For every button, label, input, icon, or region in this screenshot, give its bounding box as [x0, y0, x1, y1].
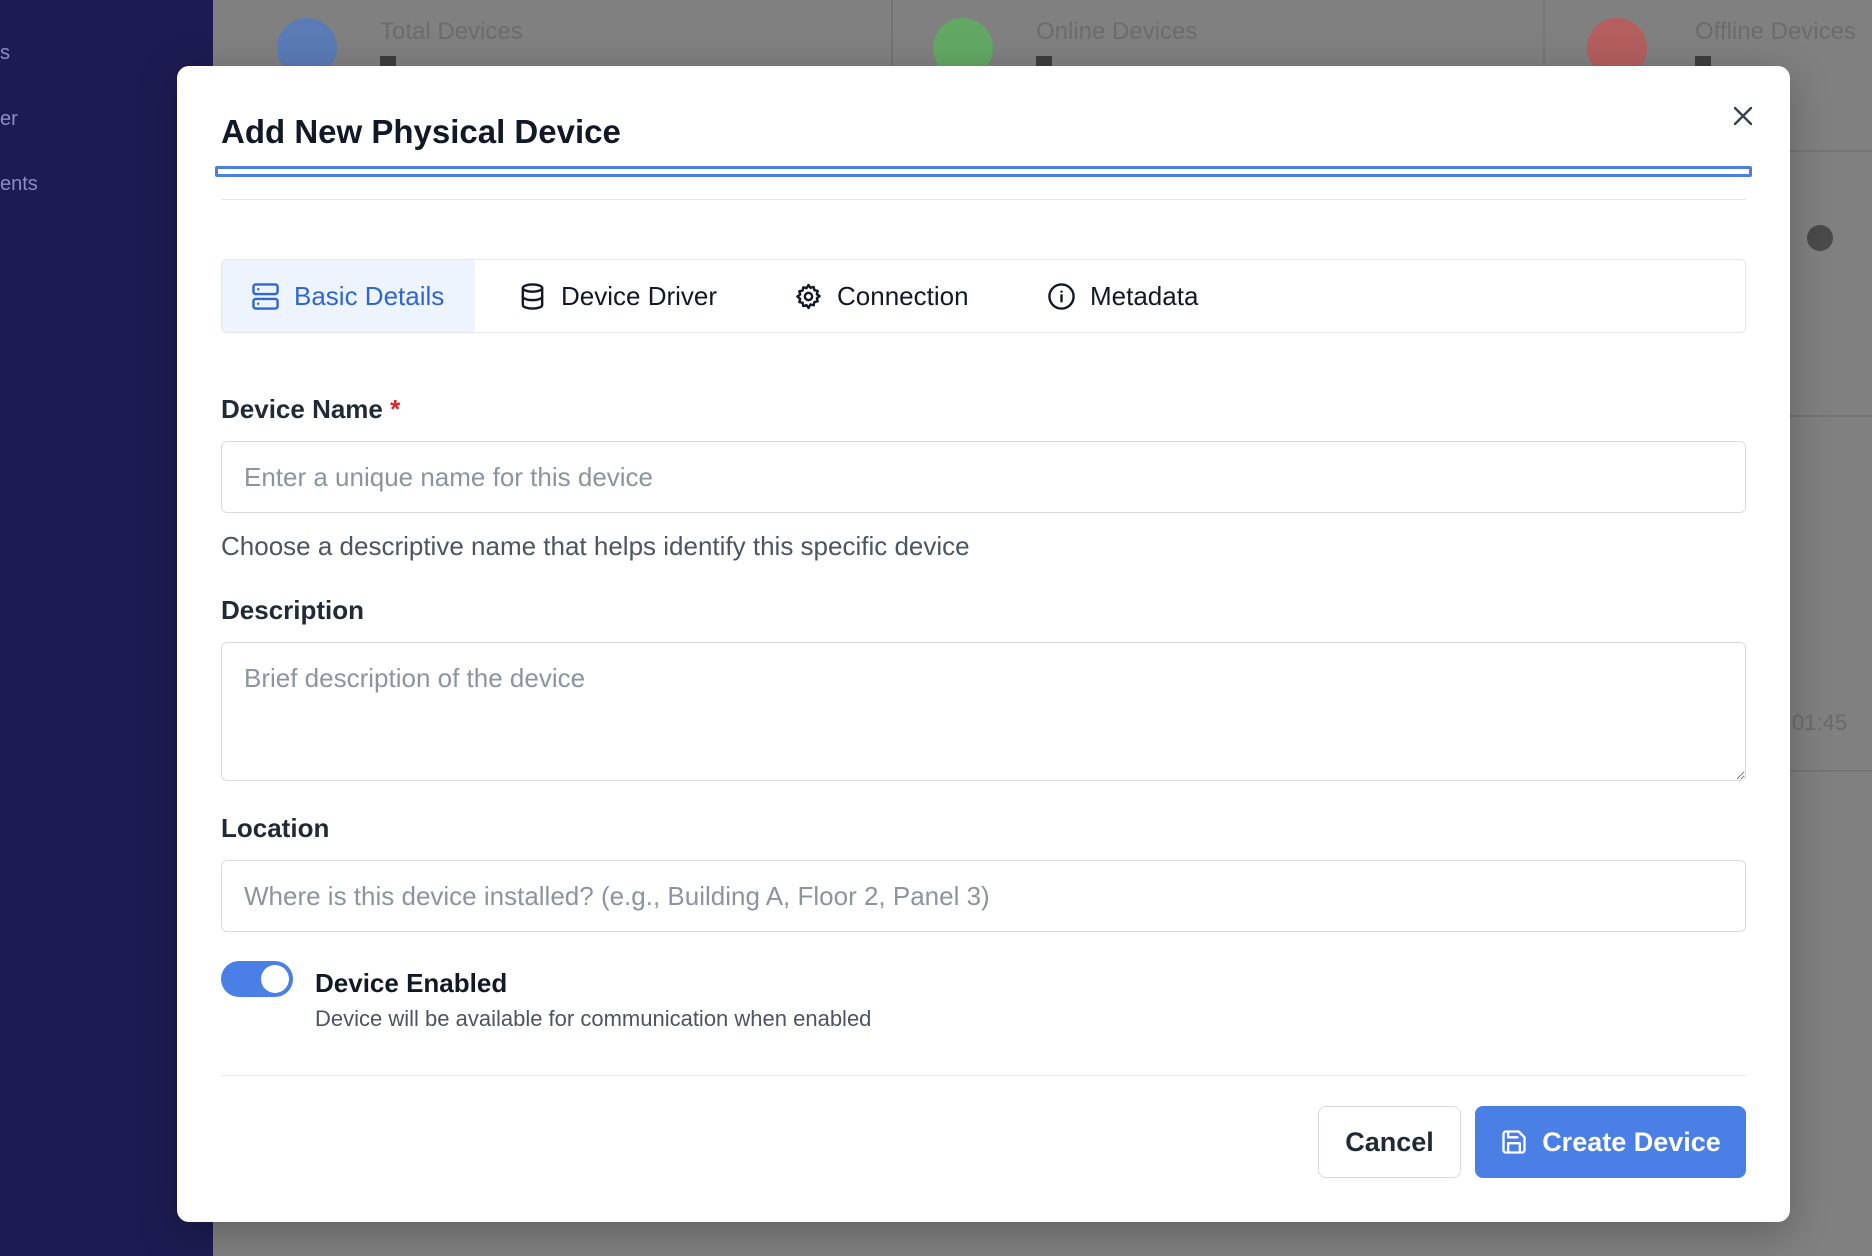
- device-name-input[interactable]: [221, 441, 1746, 513]
- stat-card-value: [380, 56, 396, 66]
- stat-card-label: Online Devices: [1036, 18, 1198, 45]
- tab-metadata[interactable]: Metadata: [1004, 260, 1224, 332]
- create-device-button[interactable]: Create Device: [1475, 1106, 1746, 1178]
- background-divider: [1790, 150, 1872, 152]
- device-name-label-text: Device Name: [221, 394, 383, 424]
- description-textarea[interactable]: [221, 642, 1746, 781]
- info-icon: [1048, 282, 1075, 310]
- close-icon: [1733, 106, 1753, 126]
- add-device-modal: Add New Physical Device Basic Details De…: [177, 66, 1790, 1222]
- save-icon: [1502, 1130, 1526, 1154]
- server-icon: [252, 282, 279, 310]
- modal-title: Add New Physical Device: [221, 113, 621, 150]
- background-nav-item: ents: [0, 173, 38, 193]
- description-label: Description: [221, 595, 365, 625]
- tab-device-driver[interactable]: Device Driver: [475, 260, 751, 332]
- device-name-label: Device Name *: [221, 394, 400, 425]
- toggle-knob: [261, 965, 289, 993]
- background-nav-item: er: [0, 108, 18, 128]
- gear-icon: [796, 283, 821, 309]
- background-stat-card: Offline Devices: [1545, 0, 1872, 78]
- stat-card-label: Total Devices: [380, 18, 523, 45]
- database-icon: [521, 282, 544, 310]
- stat-card-label: Offline Devices: [1695, 18, 1856, 45]
- tab-label: Basic Details: [294, 280, 445, 311]
- create-device-label: Create Device: [1542, 1126, 1721, 1157]
- footer-divider: [221, 1075, 1746, 1076]
- tab-label: Connection: [837, 280, 969, 311]
- device-name-help-text: Choose a descriptive name that helps ide…: [221, 531, 970, 561]
- tab-label: Device Driver: [561, 280, 718, 311]
- tab-connection[interactable]: Connection: [751, 260, 1004, 332]
- background-divider: [1790, 770, 1872, 772]
- location-label: Location: [221, 813, 330, 843]
- cancel-button[interactable]: Cancel: [1318, 1106, 1461, 1178]
- background-stat-card: Online Devices: [893, 0, 1545, 78]
- tab-label: Metadata: [1090, 280, 1199, 311]
- header-divider: [221, 199, 1746, 200]
- form-tabs: Basic Details Device Driver Connection M…: [221, 259, 1746, 333]
- device-enabled-toggle[interactable]: [221, 961, 293, 997]
- required-indicator: *: [390, 394, 401, 424]
- background-text-fragment: 01:45: [1792, 710, 1848, 735]
- background-stat-card: Total Devices: [213, 0, 893, 78]
- background-divider: [1790, 415, 1872, 417]
- location-input[interactable]: [221, 860, 1746, 932]
- background-action-icon: [1807, 225, 1833, 251]
- title-focus-outline: [215, 166, 1752, 177]
- tab-basic-details[interactable]: Basic Details: [222, 260, 475, 332]
- device-enabled-description: Device will be available for communicati…: [315, 1006, 872, 1031]
- close-button[interactable]: [1725, 98, 1761, 134]
- background-nav-item: s: [0, 42, 10, 62]
- stat-card-value: [1036, 56, 1052, 66]
- stat-card-value: [1695, 56, 1711, 66]
- device-enabled-label: Device Enabled: [315, 968, 508, 998]
